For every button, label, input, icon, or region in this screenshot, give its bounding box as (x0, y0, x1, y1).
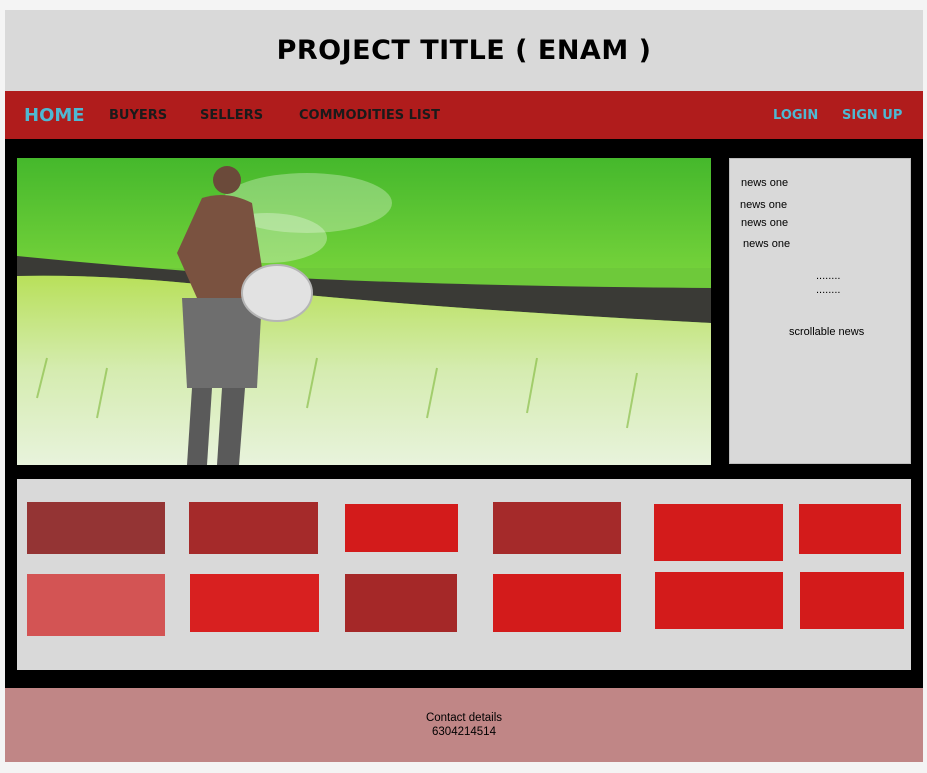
hero-image (17, 158, 711, 465)
contact-label: Contact details (425, 712, 503, 724)
commodity-tile[interactable] (493, 502, 621, 554)
commodity-tile[interactable] (799, 504, 901, 554)
commodity-tile[interactable] (190, 574, 319, 632)
page-title: PROJECT TITLE ( ENAM ) (276, 35, 652, 66)
page-header: PROJECT TITLE ( ENAM ) (5, 10, 923, 91)
commodity-tile[interactable] (27, 502, 165, 554)
commodity-tile[interactable] (654, 504, 783, 561)
news-panel[interactable]: news one news one news one news one ....… (729, 158, 911, 464)
nav-sign-up[interactable]: SIGN UP (842, 91, 902, 139)
news-ellipsis: ........ (816, 284, 841, 296)
contact-phone: 6304214514 (432, 726, 496, 738)
news-item[interactable]: news one (741, 177, 788, 189)
main-nav: HOME BUYERS SELLERS COMMODITIES LIST LOG… (5, 91, 923, 139)
commodity-tiles (17, 479, 911, 670)
commodity-tile[interactable] (655, 572, 783, 629)
commodity-tile[interactable] (493, 574, 621, 632)
farmer-field-illustration (17, 158, 711, 465)
news-ellipsis: ........ (816, 270, 841, 282)
nav-commodities-list[interactable]: COMMODITIES LIST (299, 91, 440, 139)
nav-home[interactable]: HOME (24, 91, 85, 139)
news-item[interactable]: news one (740, 199, 787, 211)
page-footer: Contact details 6304214514 (5, 688, 923, 762)
commodity-tile[interactable] (345, 504, 458, 552)
nav-login[interactable]: LOGIN (773, 91, 818, 139)
nav-sellers[interactable]: SELLERS (200, 91, 263, 139)
commodity-tile[interactable] (345, 574, 457, 632)
commodity-tile[interactable] (27, 574, 165, 636)
news-item[interactable]: news one (743, 238, 790, 250)
news-item[interactable]: news one (741, 217, 788, 229)
news-scroll-caption: scrollable news (789, 326, 865, 338)
commodity-tile[interactable] (800, 572, 904, 629)
nav-buyers[interactable]: BUYERS (109, 91, 167, 139)
commodity-tile[interactable] (189, 502, 318, 554)
